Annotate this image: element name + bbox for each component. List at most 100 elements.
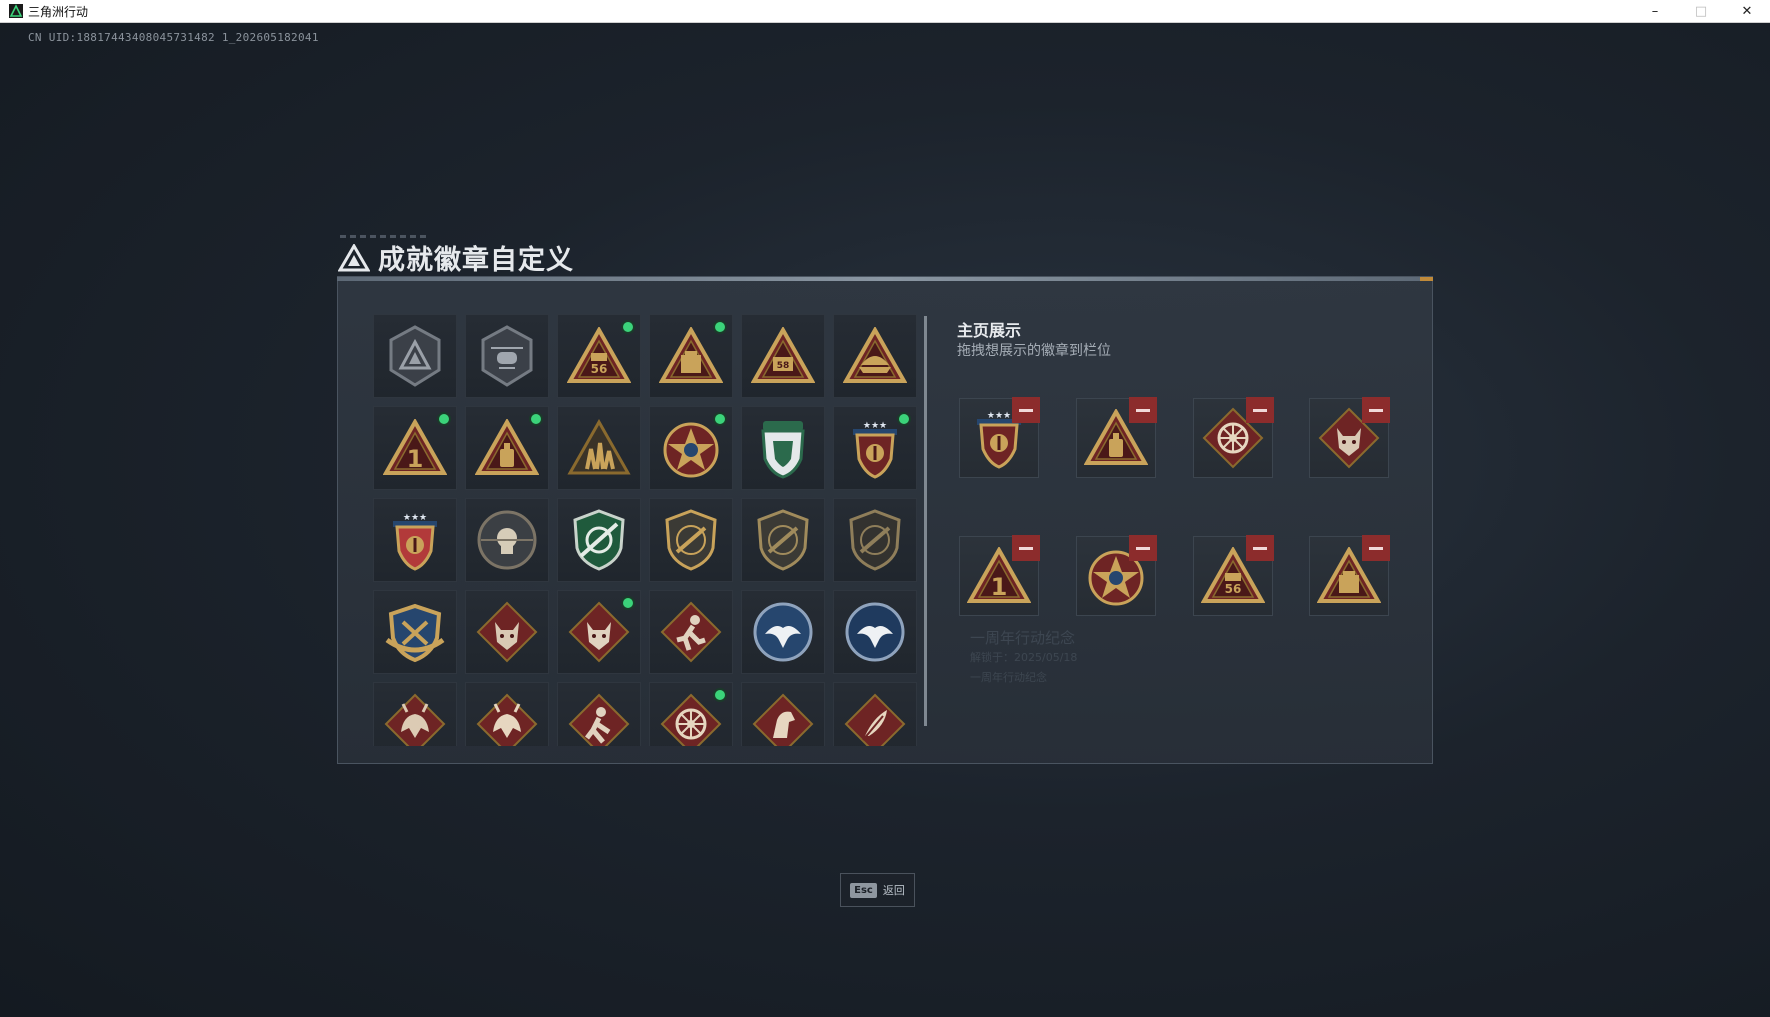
new-indicator-dot (713, 320, 727, 334)
wolf-diamond-2-icon (567, 600, 631, 664)
badge-cell[interactable] (741, 590, 825, 674)
dragon-diamond-2-icon (475, 692, 539, 746)
remove-badge-button[interactable] (1129, 535, 1157, 561)
showcase-slot[interactable]: ★★★ (959, 397, 1040, 478)
badge-grid: 56 58 1 ★★★ ★★★ (373, 314, 921, 746)
badge-grid-scrollbar[interactable] (924, 316, 927, 726)
remove-badge-button[interactable] (1362, 397, 1390, 423)
svg-text:★★★: ★★★ (863, 421, 887, 431)
rifle-round-badge-icon (663, 508, 719, 572)
badge-cell[interactable] (649, 314, 733, 398)
showcase-slot[interactable] (1309, 535, 1390, 616)
badge-cell[interactable] (649, 406, 733, 490)
page-title: 成就徽章自定义 (378, 245, 574, 276)
remove-badge-button[interactable] (1012, 397, 1040, 423)
gray-delta-shield-icon (387, 324, 443, 388)
delta-56-badge-icon: 56 (567, 327, 631, 385)
badge-cell[interactable] (465, 314, 549, 398)
showcase-slot[interactable]: 56 (1193, 535, 1274, 616)
badge-cell[interactable] (373, 314, 457, 398)
rifle-round-badge-2-icon (755, 508, 811, 572)
badge-cell[interactable] (649, 682, 733, 746)
badge-cell[interactable] (833, 682, 917, 746)
helicopter-shield-icon (479, 324, 535, 388)
horse-diamond-icon (751, 692, 815, 746)
window-title: 三角洲行动 (28, 4, 89, 19)
delta-soldiers-icon (567, 419, 631, 477)
tooltip-date: 解锁于：2025/05/18 (970, 651, 1078, 664)
badge-cell[interactable] (833, 498, 917, 582)
badge-cell[interactable] (465, 590, 549, 674)
badge-cell[interactable] (373, 590, 457, 674)
green-shield-crest-icon (755, 415, 811, 481)
remove-badge-button[interactable] (1246, 397, 1274, 423)
svg-text:56: 56 (1225, 582, 1242, 596)
remove-badge-button[interactable] (1246, 535, 1274, 561)
svg-text:1: 1 (407, 445, 424, 473)
new-indicator-dot (437, 412, 451, 426)
minimize-button[interactable]: – (1632, 0, 1678, 23)
badge-cell[interactable] (465, 406, 549, 490)
showcase-slot[interactable] (1076, 397, 1157, 478)
badge-cell[interactable] (741, 682, 825, 746)
green-crosshair-shield-icon (571, 508, 627, 572)
runner-diamond-icon (659, 600, 723, 664)
star-wreath-medal-icon (659, 416, 723, 480)
new-indicator-dot (713, 412, 727, 426)
showcase-slot[interactable] (1076, 535, 1157, 616)
badge-cell[interactable] (649, 590, 733, 674)
delta-bottle-icon (475, 419, 539, 477)
badge-cell[interactable] (557, 590, 641, 674)
badge-cell[interactable] (557, 682, 641, 746)
badge-cell[interactable] (741, 498, 825, 582)
close-button[interactable]: ✕ (1724, 0, 1770, 23)
badge-cell[interactable] (557, 406, 641, 490)
badge-cell[interactable] (465, 682, 549, 746)
wheel-diamond-icon (659, 692, 723, 746)
badge-cell[interactable] (741, 406, 825, 490)
badge-cell[interactable] (465, 498, 549, 582)
badge-cell[interactable]: 1 (373, 406, 457, 490)
app-logo-icon (9, 4, 23, 18)
remove-badge-button[interactable] (1129, 397, 1157, 423)
badge-cell[interactable]: 56 (557, 314, 641, 398)
tooltip-title: 一周年行动纪念 (970, 629, 1076, 647)
badge-cell[interactable] (373, 682, 457, 746)
panel-top-border (337, 277, 1433, 281)
new-indicator-dot (713, 688, 727, 702)
badge-cell[interactable] (833, 590, 917, 674)
new-indicator-dot (621, 596, 635, 610)
svg-text:56: 56 (591, 362, 608, 376)
eagle-blue-round-2-icon (843, 600, 907, 664)
back-label: 返回 (882, 884, 905, 897)
delta-number-one-icon: 1 (383, 419, 447, 477)
delta-ship-badge-icon (843, 327, 907, 385)
back-button[interactable]: Esc 返回 (840, 873, 915, 907)
badge-tooltip-ghost: 一周年行动纪念 解锁于：2025/05/18 一周年行动纪念 (970, 628, 1077, 688)
badge-cell[interactable] (557, 498, 641, 582)
skull-round-badge-icon (475, 508, 539, 572)
maximize-button[interactable]: □ (1678, 0, 1724, 23)
showcase-subtitle: 拖拽想展示的徽章到栏位 (957, 343, 1111, 359)
new-indicator-dot (621, 320, 635, 334)
showcase-title: 主页展示 (957, 321, 1022, 340)
badge-cell[interactable] (649, 498, 733, 582)
badge-cell[interactable]: 58 (741, 314, 825, 398)
showcase-slot[interactable] (1193, 397, 1274, 478)
new-indicator-dot (529, 412, 543, 426)
badge-cell[interactable]: ★★★ (373, 498, 457, 582)
showcase-slot[interactable]: 1 (959, 535, 1040, 616)
panel-header: 成就徽章自定义 (338, 238, 574, 277)
delta-58-badge-icon: 58 (751, 327, 815, 385)
svg-text:★★★: ★★★ (987, 411, 1011, 421)
badge-cell[interactable]: ★★★ (833, 406, 917, 490)
badge-cell[interactable] (833, 314, 917, 398)
winged-gold-crest-icon (383, 600, 447, 664)
delta-ammo-box-icon (659, 327, 723, 385)
svg-text:★★★: ★★★ (403, 513, 427, 523)
remove-badge-button[interactable] (1012, 535, 1040, 561)
svg-text:58: 58 (777, 361, 790, 371)
showcase-slot[interactable] (1309, 397, 1390, 478)
remove-badge-button[interactable] (1362, 535, 1390, 561)
uid-label: CN UID:18817443408045731482 1_2026051820… (28, 31, 319, 44)
